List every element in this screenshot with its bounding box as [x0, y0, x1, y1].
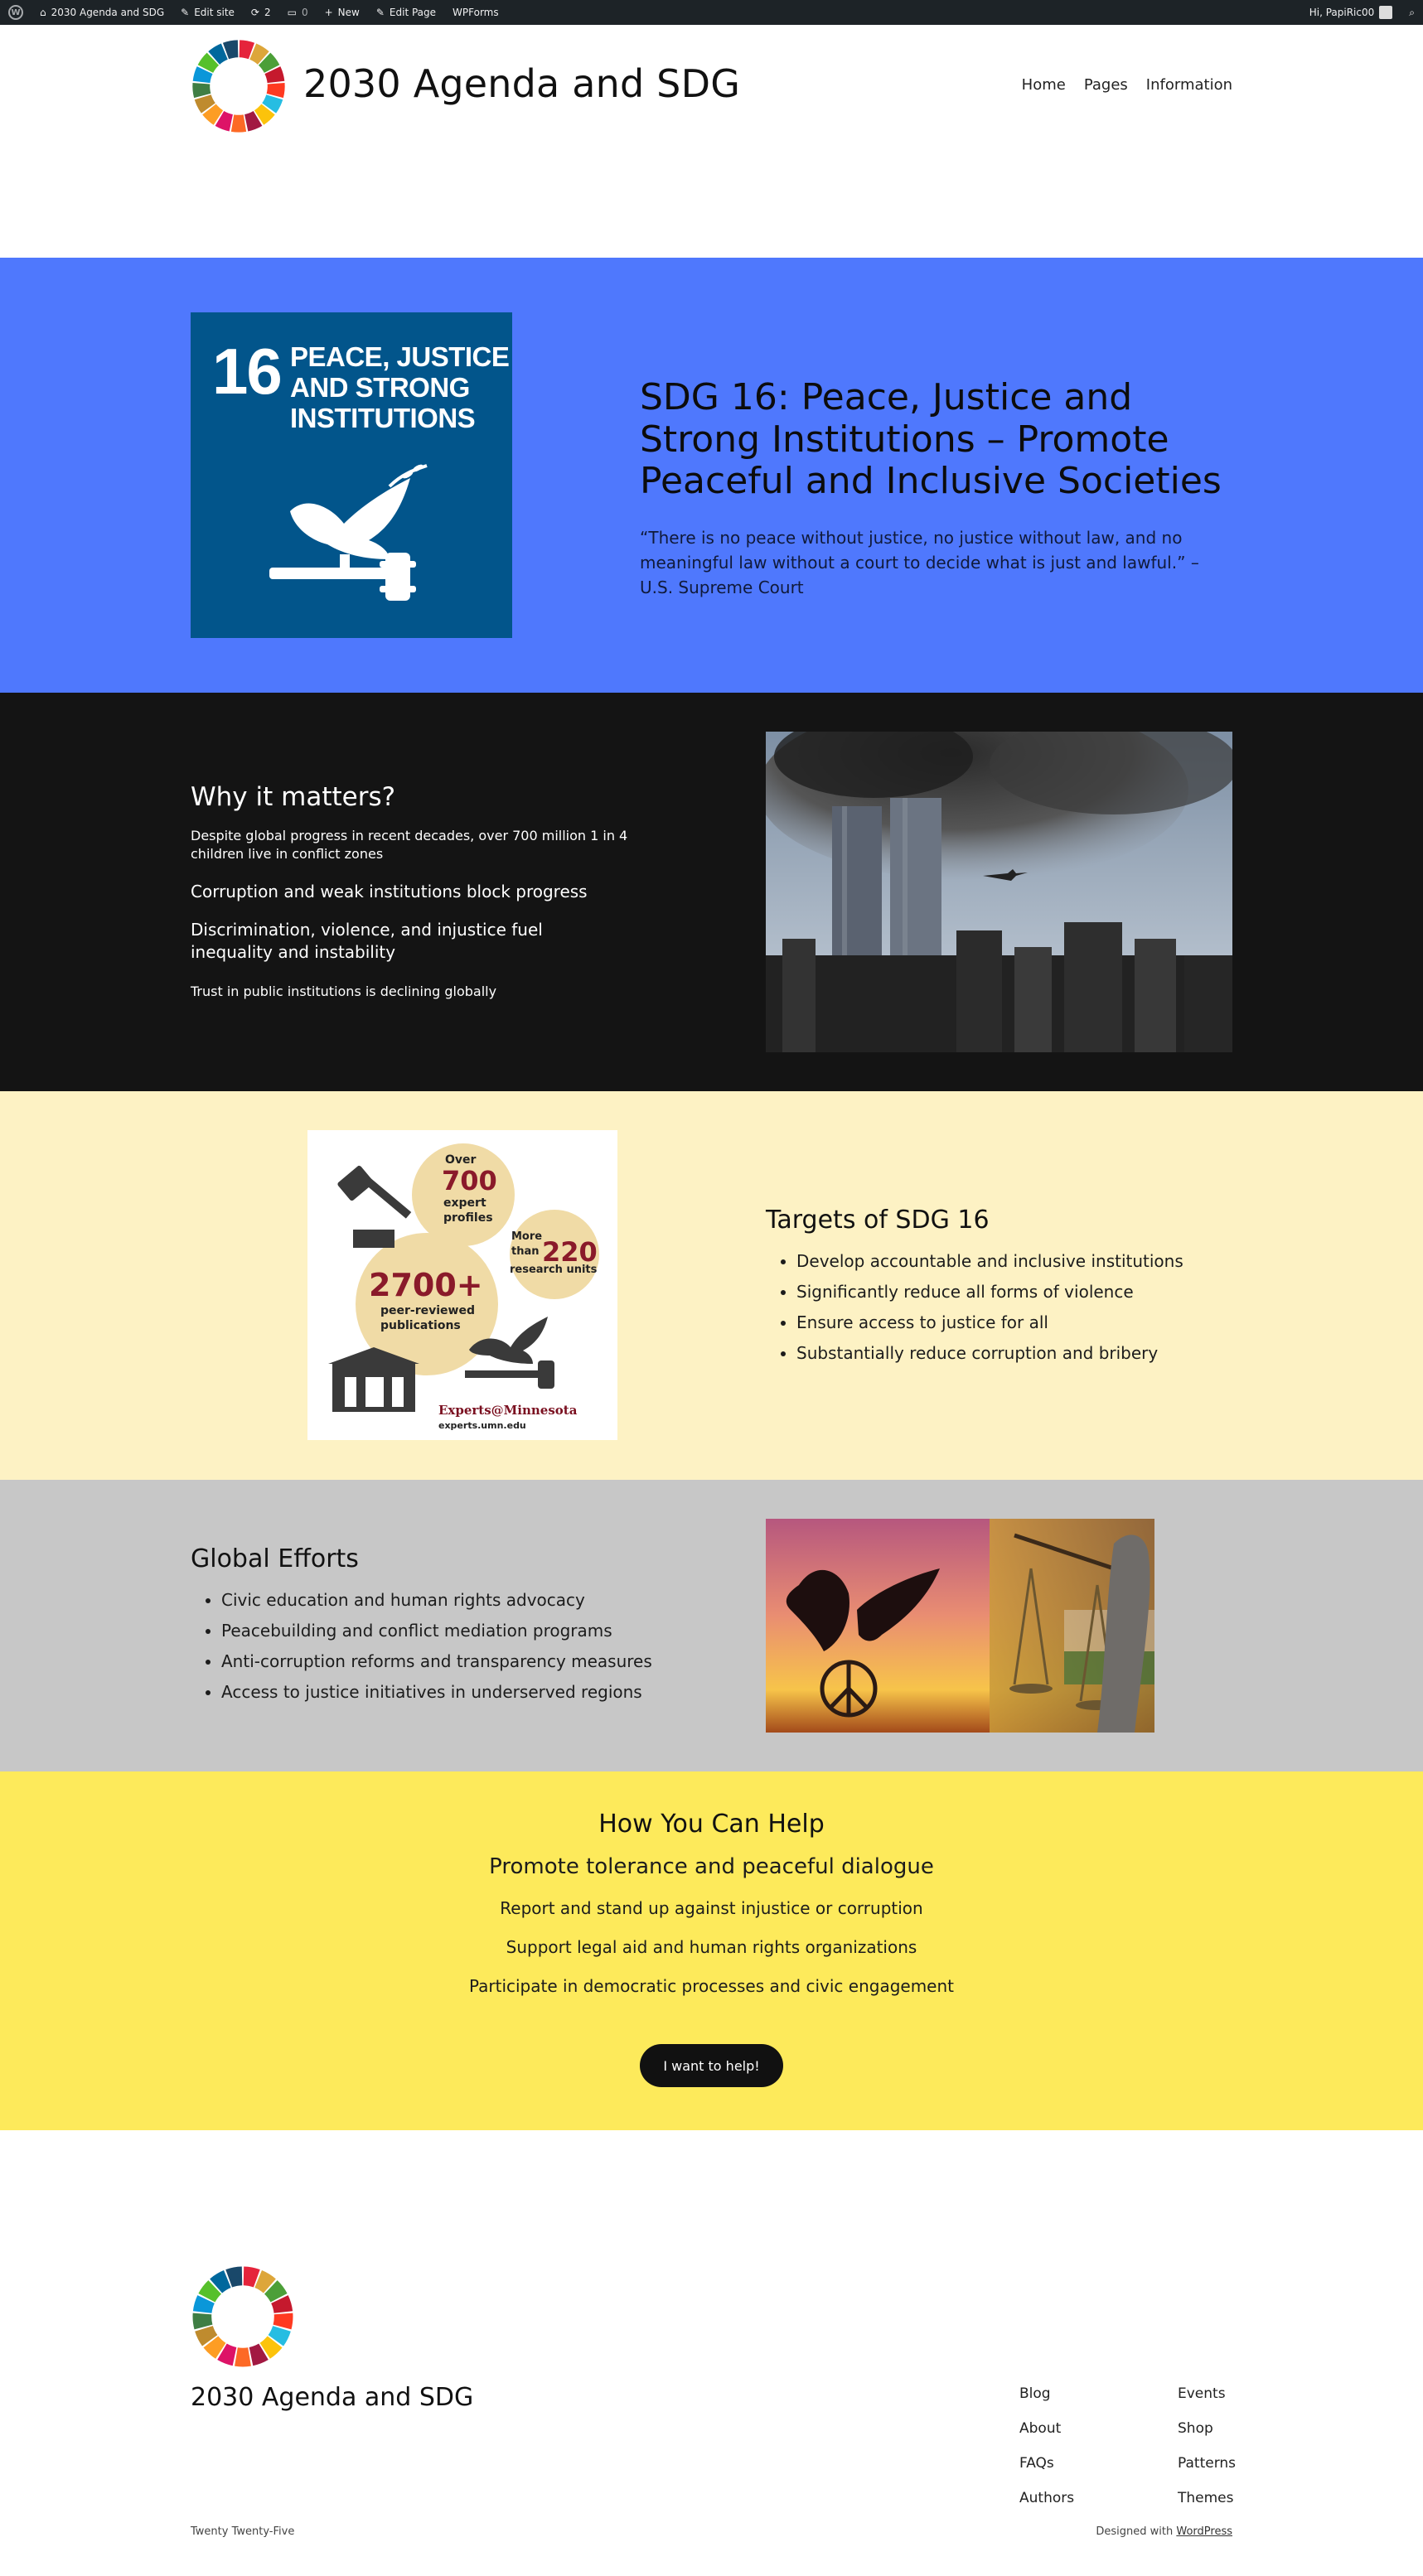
help-line: Report and stand up against injustice or…: [500, 1898, 923, 1918]
experts-url: experts.umn.edu: [438, 1420, 526, 1431]
footer-link-shop[interactable]: Shop: [1178, 2420, 1213, 2437]
help-heading: How You Can Help: [598, 1810, 825, 1839]
wordpress-link[interactable]: WordPress: [1176, 2525, 1232, 2538]
sdg-tile-number: 16: [212, 335, 283, 408]
stat-peer-reviewed: peer-reviewed: [380, 1304, 475, 1317]
brush-icon: ✎: [181, 7, 190, 18]
help-line: Support legal aid and human rights organ…: [506, 1937, 917, 1957]
why-item: Trust in public institutions is declinin…: [191, 984, 497, 999]
doves-justice-photo: [766, 1519, 1154, 1733]
edit-page-link[interactable]: ✎ Edit Page: [368, 0, 444, 25]
updates-link[interactable]: ⟳ 2: [243, 0, 279, 25]
footer-link-authors[interactable]: Authors: [1019, 2490, 1074, 2506]
stat-more: More: [511, 1230, 542, 1243]
avatar: [1379, 6, 1393, 19]
list-item: Develop accountable and inclusive instit…: [796, 1246, 1183, 1277]
new-content-link[interactable]: + New: [317, 0, 368, 25]
why-item: Discrimination, violence, and injustice …: [191, 920, 543, 962]
comment-icon: ▭: [287, 7, 297, 18]
plus-icon: +: [324, 7, 333, 18]
sdg-wheel-logo[interactable]: [191, 38, 287, 134]
home-icon: ⌂: [40, 7, 46, 18]
admin-site-link[interactable]: ⌂ 2030 Agenda and SDG: [31, 0, 172, 25]
wordpress-menu[interactable]: W: [0, 0, 31, 25]
why-heading: Why it matters?: [191, 782, 396, 812]
experts-minnesota-graphic: Over 700 expert profiles More than 220 r…: [307, 1130, 617, 1440]
edit-site-link[interactable]: ✎ Edit site: [172, 0, 243, 25]
stat-profiles: profiles: [443, 1211, 493, 1225]
wpforms-link[interactable]: WPForms: [444, 0, 507, 25]
admin-search[interactable]: ⌕: [1401, 0, 1423, 25]
footer-link-faqs[interactable]: FAQs: [1019, 2455, 1054, 2472]
search-icon: ⌕: [1409, 6, 1415, 18]
sdg16-tile: 16 PEACE, JUSTICE AND STRONG INSTITUTION…: [191, 312, 512, 638]
stat-research-units: research units: [510, 1264, 598, 1276]
stat-2700: 2700+: [369, 1267, 483, 1303]
main-navigation: Home Pages Information: [1022, 76, 1232, 94]
footer-link-events[interactable]: Events: [1178, 2385, 1226, 2402]
footer-sdg-wheel-logo[interactable]: [191, 2264, 295, 2369]
twin-towers-photo: [766, 732, 1232, 1052]
wpforms-label: WPForms: [453, 7, 499, 18]
footer-credit-text: Designed with: [1096, 2525, 1174, 2538]
footer-link-patterns[interactable]: Patterns: [1178, 2455, 1236, 2472]
footer-site-title[interactable]: 2030 Agenda and SDG: [191, 2383, 473, 2412]
list-item: Substantially reduce corruption and brib…: [796, 1338, 1183, 1369]
edit-page-label: Edit Page: [389, 7, 437, 18]
hero-title: SDG 16: Peace, Justice and Strong Instit…: [640, 376, 1222, 503]
list-item: Peacebuilding and conflict mediation pro…: [221, 1616, 652, 1646]
stat-700: 700: [442, 1165, 497, 1196]
dove-gavel-icon: [269, 464, 428, 601]
list-item: Significantly reduce all forms of violen…: [796, 1277, 1183, 1307]
help-button[interactable]: I want to help!: [640, 2044, 783, 2087]
footer-theme-name: Twenty Twenty-Five: [191, 2525, 295, 2538]
pencil-icon: ✎: [375, 7, 385, 18]
footer-credit: Designed with WordPress: [1096, 2525, 1232, 2538]
account-menu[interactable]: Hi, PapiRic00: [1301, 0, 1401, 25]
admin-site-name: 2030 Agenda and SDG: [51, 7, 165, 18]
list-item: Access to justice initiatives in underse…: [221, 1677, 652, 1708]
admin-bar: W ⌂ 2030 Agenda and SDG ✎ Edit site ⟳ 2 …: [0, 0, 1423, 25]
nav-item-pages[interactable]: Pages: [1084, 76, 1128, 94]
updates-count: 2: [264, 7, 271, 18]
stat-publications: publications: [380, 1319, 461, 1332]
list-item: Civic education and human rights advocac…: [221, 1585, 652, 1616]
list-item: Anti-corruption reforms and transparency…: [221, 1646, 652, 1677]
comments-count: 0: [301, 7, 308, 18]
targets-heading: Targets of SDG 16: [766, 1206, 990, 1235]
sdg-tile-name: PEACE, JUSTICE AND STRONG INSTITUTIONS: [290, 341, 510, 433]
global-list: Civic education and human rights advocac…: [221, 1585, 652, 1708]
new-label: New: [337, 7, 360, 18]
edit-site-label: Edit site: [194, 7, 235, 18]
hero-quote: “There is no peace without justice, no j…: [640, 528, 1199, 597]
updates-icon: ⟳: [250, 7, 259, 18]
stat-than: than: [511, 1245, 540, 1258]
global-efforts-section: [0, 1480, 1423, 1771]
footer-link-blog[interactable]: Blog: [1019, 2385, 1051, 2402]
why-item: Despite global progress in recent decade…: [191, 828, 628, 862]
nav-item-home[interactable]: Home: [1022, 76, 1066, 94]
stat-expert: expert: [443, 1196, 486, 1210]
why-item: Corruption and weak institutions block p…: [191, 882, 588, 901]
list-item: Ensure access to justice for all: [796, 1307, 1183, 1338]
targets-section: [0, 1091, 1423, 1480]
site-title[interactable]: 2030 Agenda and SDG: [303, 61, 740, 106]
experts-brand: Experts@Minnesota: [438, 1403, 578, 1418]
wordpress-logo-icon: W: [8, 5, 23, 20]
account-greeting: Hi, PapiRic00: [1309, 7, 1375, 18]
help-line: Promote tolerance and peaceful dialogue: [489, 1854, 934, 1879]
footer-link-themes[interactable]: Themes: [1178, 2490, 1234, 2506]
help-line: Participate in democratic processes and …: [468, 1976, 955, 1996]
nav-item-information[interactable]: Information: [1146, 76, 1232, 94]
footer-link-about[interactable]: About: [1019, 2420, 1061, 2437]
targets-list: Develop accountable and inclusive instit…: [796, 1246, 1183, 1369]
global-heading: Global Efforts: [191, 1544, 359, 1573]
comments-link[interactable]: ▭ 0: [279, 0, 317, 25]
